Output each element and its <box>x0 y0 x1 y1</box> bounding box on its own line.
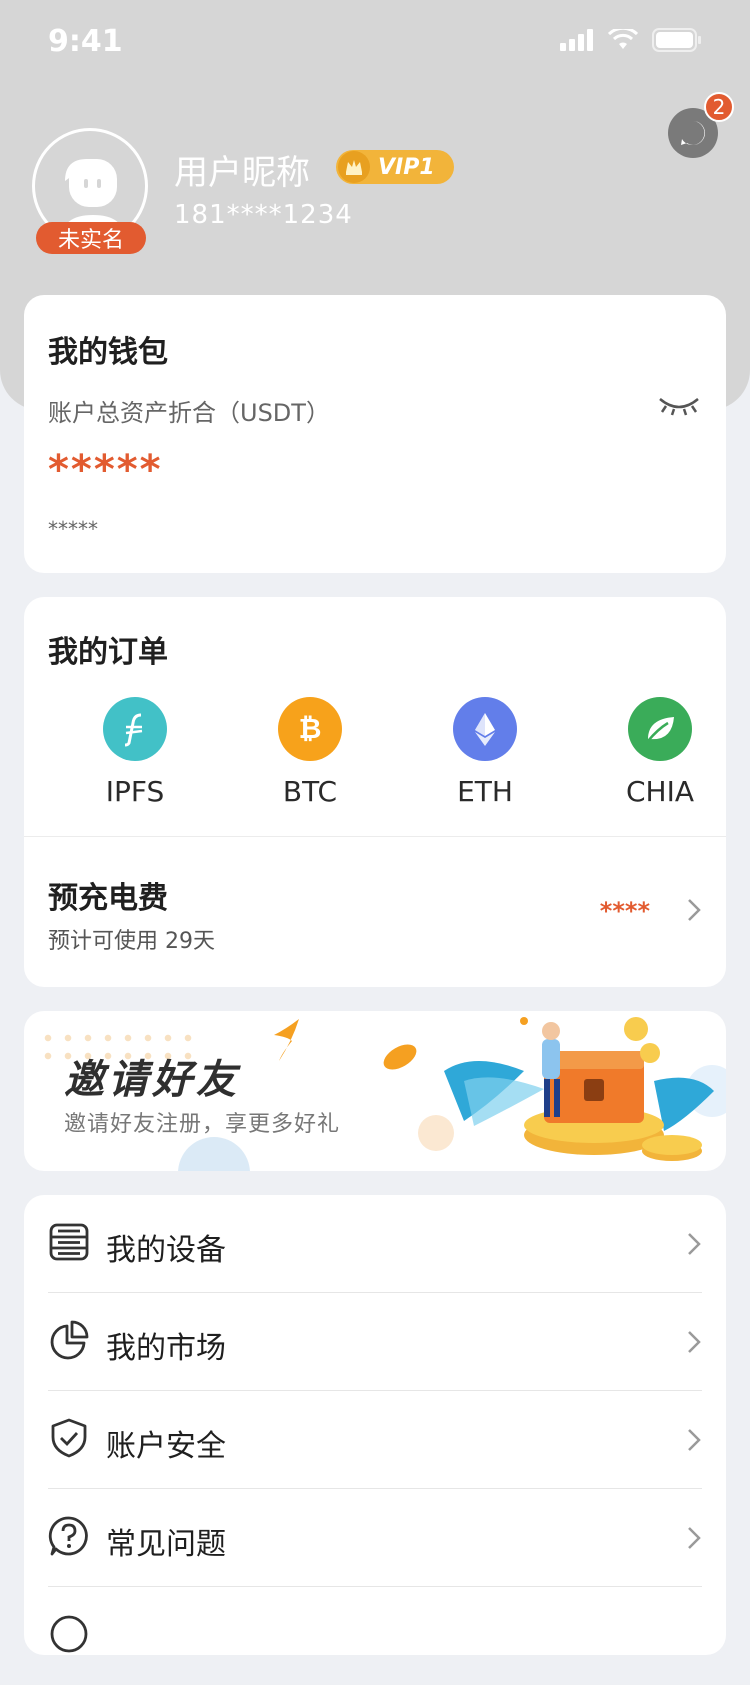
nickname: 用户昵称 <box>174 153 310 193</box>
menu-item-security[interactable]: 账户安全 <box>48 1391 702 1489</box>
menu-item-label: 我的设备 <box>106 1233 226 1268</box>
status-icons <box>560 28 702 52</box>
battery-icon <box>652 28 701 52</box>
menu-list: 我的设备 我的市场 账户安全 常见问题 <box>24 1195 726 1655</box>
divider <box>24 836 726 837</box>
menu-item-partial[interactable] <box>48 1587 702 1685</box>
orders-card: 我的订单 IPFS ₿ BTC ETH CHIA 预充电费 预计可使用 29天 … <box>24 597 726 987</box>
invite-illustration <box>178 1017 726 1171</box>
partial-menu-icon <box>50 1615 88 1653</box>
order-ipfs[interactable]: IPFS <box>80 697 190 808</box>
crown-icon <box>338 151 370 183</box>
wallet-sub-masked: ***** <box>48 517 98 541</box>
chevron-right-icon <box>688 1233 701 1255</box>
svg-text:₿: ₿ <box>299 712 322 745</box>
filecoin-icon <box>103 697 167 761</box>
chevron-right-icon <box>688 1527 701 1549</box>
wallet-total-masked: ***** <box>48 447 163 493</box>
status-bar: 9:41 <box>0 0 750 88</box>
device-icon <box>49 1223 89 1261</box>
signal-icon <box>560 29 593 51</box>
phone-number: 181****1234 <box>174 200 353 230</box>
status-time: 9:41 <box>48 24 123 59</box>
wallet-subtitle: 账户总资产折合（USDT） <box>48 399 330 427</box>
order-label: ETH <box>457 775 513 808</box>
realname-status-badge[interactable]: 未实名 <box>36 222 146 254</box>
chevron-right-icon <box>688 899 701 921</box>
order-chia[interactable]: CHIA <box>605 697 715 808</box>
bitcoin-icon: ₿ <box>278 697 342 761</box>
menu-item-faq[interactable]: 常见问题 <box>48 1489 702 1587</box>
prepay-masked-amount: **** <box>599 897 650 925</box>
wifi-icon <box>608 29 638 49</box>
ethereum-icon <box>453 697 517 761</box>
order-label: IPFS <box>105 775 165 808</box>
vip-badge: VIP1 <box>336 150 454 184</box>
shield-check-icon <box>51 1418 87 1458</box>
question-icon <box>48 1516 88 1556</box>
chevron-right-icon <box>688 1429 701 1451</box>
menu-item-label: 我的市场 <box>106 1331 226 1366</box>
order-label: BTC <box>282 775 338 808</box>
menu-item-label: 账户安全 <box>106 1429 226 1464</box>
prepay-title: 预充电费 <box>48 881 168 916</box>
invite-banner[interactable]: 邀请好友 邀请好友注册，享更多好礼 <box>24 1011 726 1171</box>
order-eth[interactable]: ETH <box>430 697 540 808</box>
message-count-badge: 2 <box>704 92 734 122</box>
chia-leaf-icon <box>628 697 692 761</box>
wallet-title: 我的钱包 <box>48 335 168 370</box>
order-btc[interactable]: ₿ BTC <box>255 697 365 808</box>
orders-title: 我的订单 <box>48 635 168 670</box>
prepay-subtitle: 预计可使用 29天 <box>48 929 215 954</box>
wallet-card: 我的钱包 账户总资产折合（USDT） ***** ***** <box>24 295 726 573</box>
market-chart-icon <box>50 1320 89 1360</box>
menu-item-label: 常见问题 <box>106 1527 226 1562</box>
order-label: CHIA <box>625 775 695 808</box>
vip-level: VIP1 <box>378 154 435 180</box>
chevron-right-icon <box>688 1331 701 1353</box>
chat-icon <box>681 121 705 145</box>
menu-item-market[interactable]: 我的市场 <box>48 1293 702 1391</box>
menu-item-devices[interactable]: 我的设备 <box>48 1195 702 1293</box>
eye-closed-icon[interactable] <box>658 393 700 417</box>
